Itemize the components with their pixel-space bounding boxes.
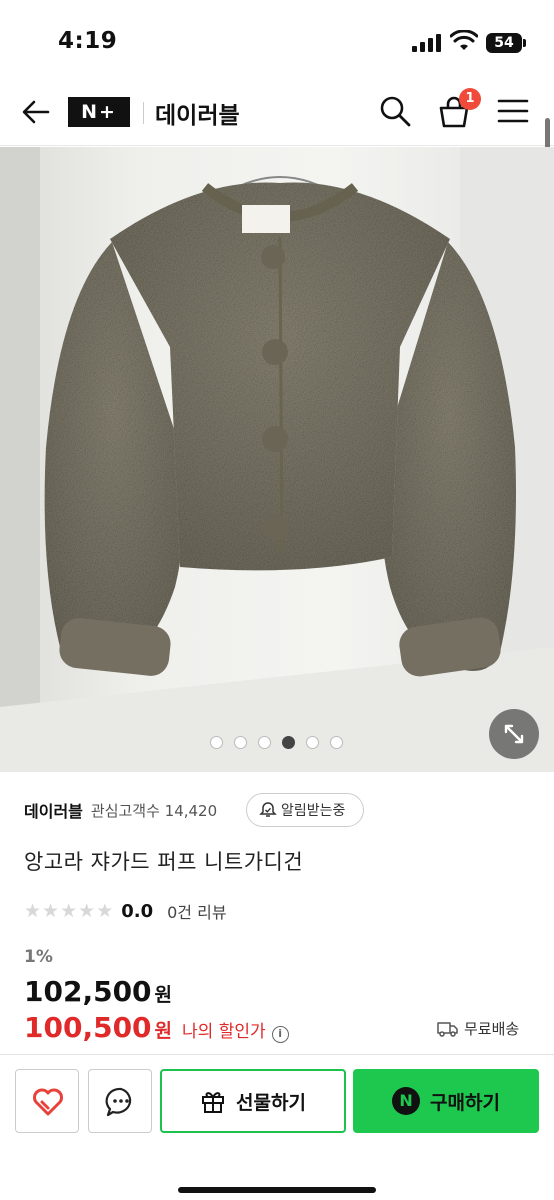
gift-button[interactable]: 선물하기 xyxy=(160,1069,346,1133)
header-divider xyxy=(143,102,144,124)
gallery-dot[interactable] xyxy=(282,736,295,749)
currency-unit: 원 xyxy=(154,1020,173,1042)
store-info-row: 데이러블 관심고객수 14,420 xyxy=(24,795,217,825)
cart-count-badge: 1 xyxy=(459,88,481,110)
star-icon: ★ xyxy=(60,899,78,922)
gift-label: 선물하기 xyxy=(236,1091,306,1114)
wishlist-button[interactable] xyxy=(15,1069,79,1133)
discount-rate: 1% xyxy=(24,947,53,967)
shipping-info: 무료배송 xyxy=(437,1018,519,1039)
expand-image-button[interactable] xyxy=(489,709,539,759)
my-discount-label: 나의 할인가 xyxy=(182,1022,266,1042)
star-rating: ★ ★ ★ ★ ★ xyxy=(24,899,114,922)
star-icon: ★ xyxy=(96,899,114,922)
cardigan-photo xyxy=(0,147,554,772)
search-icon[interactable] xyxy=(378,94,412,128)
naver-pay-icon: N xyxy=(392,1087,421,1115)
battery-icon: 54 xyxy=(486,33,522,53)
nplus-logo[interactable]: N+ xyxy=(68,97,130,127)
rating-score: 0.0 xyxy=(121,900,154,922)
back-arrow-icon[interactable] xyxy=(20,96,52,128)
chat-icon xyxy=(105,1087,132,1117)
expand-icon xyxy=(504,724,524,744)
star-icon: ★ xyxy=(24,899,42,922)
talktalk-chat-button[interactable] xyxy=(88,1069,152,1133)
buy-label: 구매하기 xyxy=(430,1091,500,1114)
gallery-dot[interactable] xyxy=(306,736,319,749)
gift-icon xyxy=(202,1092,225,1113)
alarm-label: 알림받는중 xyxy=(281,803,346,819)
original-price-value: 102,500 xyxy=(24,975,152,1008)
notification-toggle-button[interactable]: 알림받는중 xyxy=(246,793,364,827)
truck-icon xyxy=(437,1021,458,1037)
home-indicator[interactable] xyxy=(178,1187,376,1193)
info-icon[interactable]: i xyxy=(271,1026,289,1043)
hamburger-menu-icon[interactable] xyxy=(497,97,529,125)
gallery-dot[interactable] xyxy=(234,736,247,749)
buy-button[interactable]: N 구매하기 xyxy=(353,1069,539,1133)
store-name[interactable]: 데이러블 xyxy=(24,798,83,822)
top-navigation-bar: N+ 데이러블 1 xyxy=(0,80,554,146)
original-price: 102,500 원 xyxy=(24,975,172,1008)
sale-price-value: 100,500 xyxy=(24,1011,152,1044)
product-image[interactable] xyxy=(0,147,554,772)
gallery-dot[interactable] xyxy=(258,736,271,749)
rating-row[interactable]: ★ ★ ★ ★ ★ 0.0 0건 리뷰 xyxy=(24,898,227,924)
currency-unit: 원 xyxy=(154,984,173,1006)
purchase-bar: 선물하기 N 구매하기 xyxy=(0,1054,554,1200)
status-bar: 4:19 54 xyxy=(0,0,554,80)
heart-icon xyxy=(33,1088,63,1116)
gallery-dot[interactable] xyxy=(330,736,343,749)
star-icon: ★ xyxy=(78,899,96,922)
shipping-label: 무료배송 xyxy=(464,1020,520,1038)
store-fans-count: 관심고객수 14,420 xyxy=(90,801,218,820)
sale-price: 100,500 원 나의 할인가 i xyxy=(24,1011,289,1044)
review-count[interactable]: 0건 리뷰 xyxy=(167,899,226,923)
gallery-dot[interactable] xyxy=(210,736,223,749)
status-time: 4:19 xyxy=(58,28,118,54)
gallery-pagination xyxy=(210,736,343,750)
bell-icon xyxy=(259,802,277,817)
store-name-title[interactable]: 데이러블 xyxy=(155,96,240,130)
wifi-icon xyxy=(450,30,478,50)
product-title: 앙고라 쟈가드 퍼프 니트가디건 xyxy=(24,850,304,874)
cellular-signal-icon xyxy=(412,34,442,52)
star-icon: ★ xyxy=(42,899,60,922)
